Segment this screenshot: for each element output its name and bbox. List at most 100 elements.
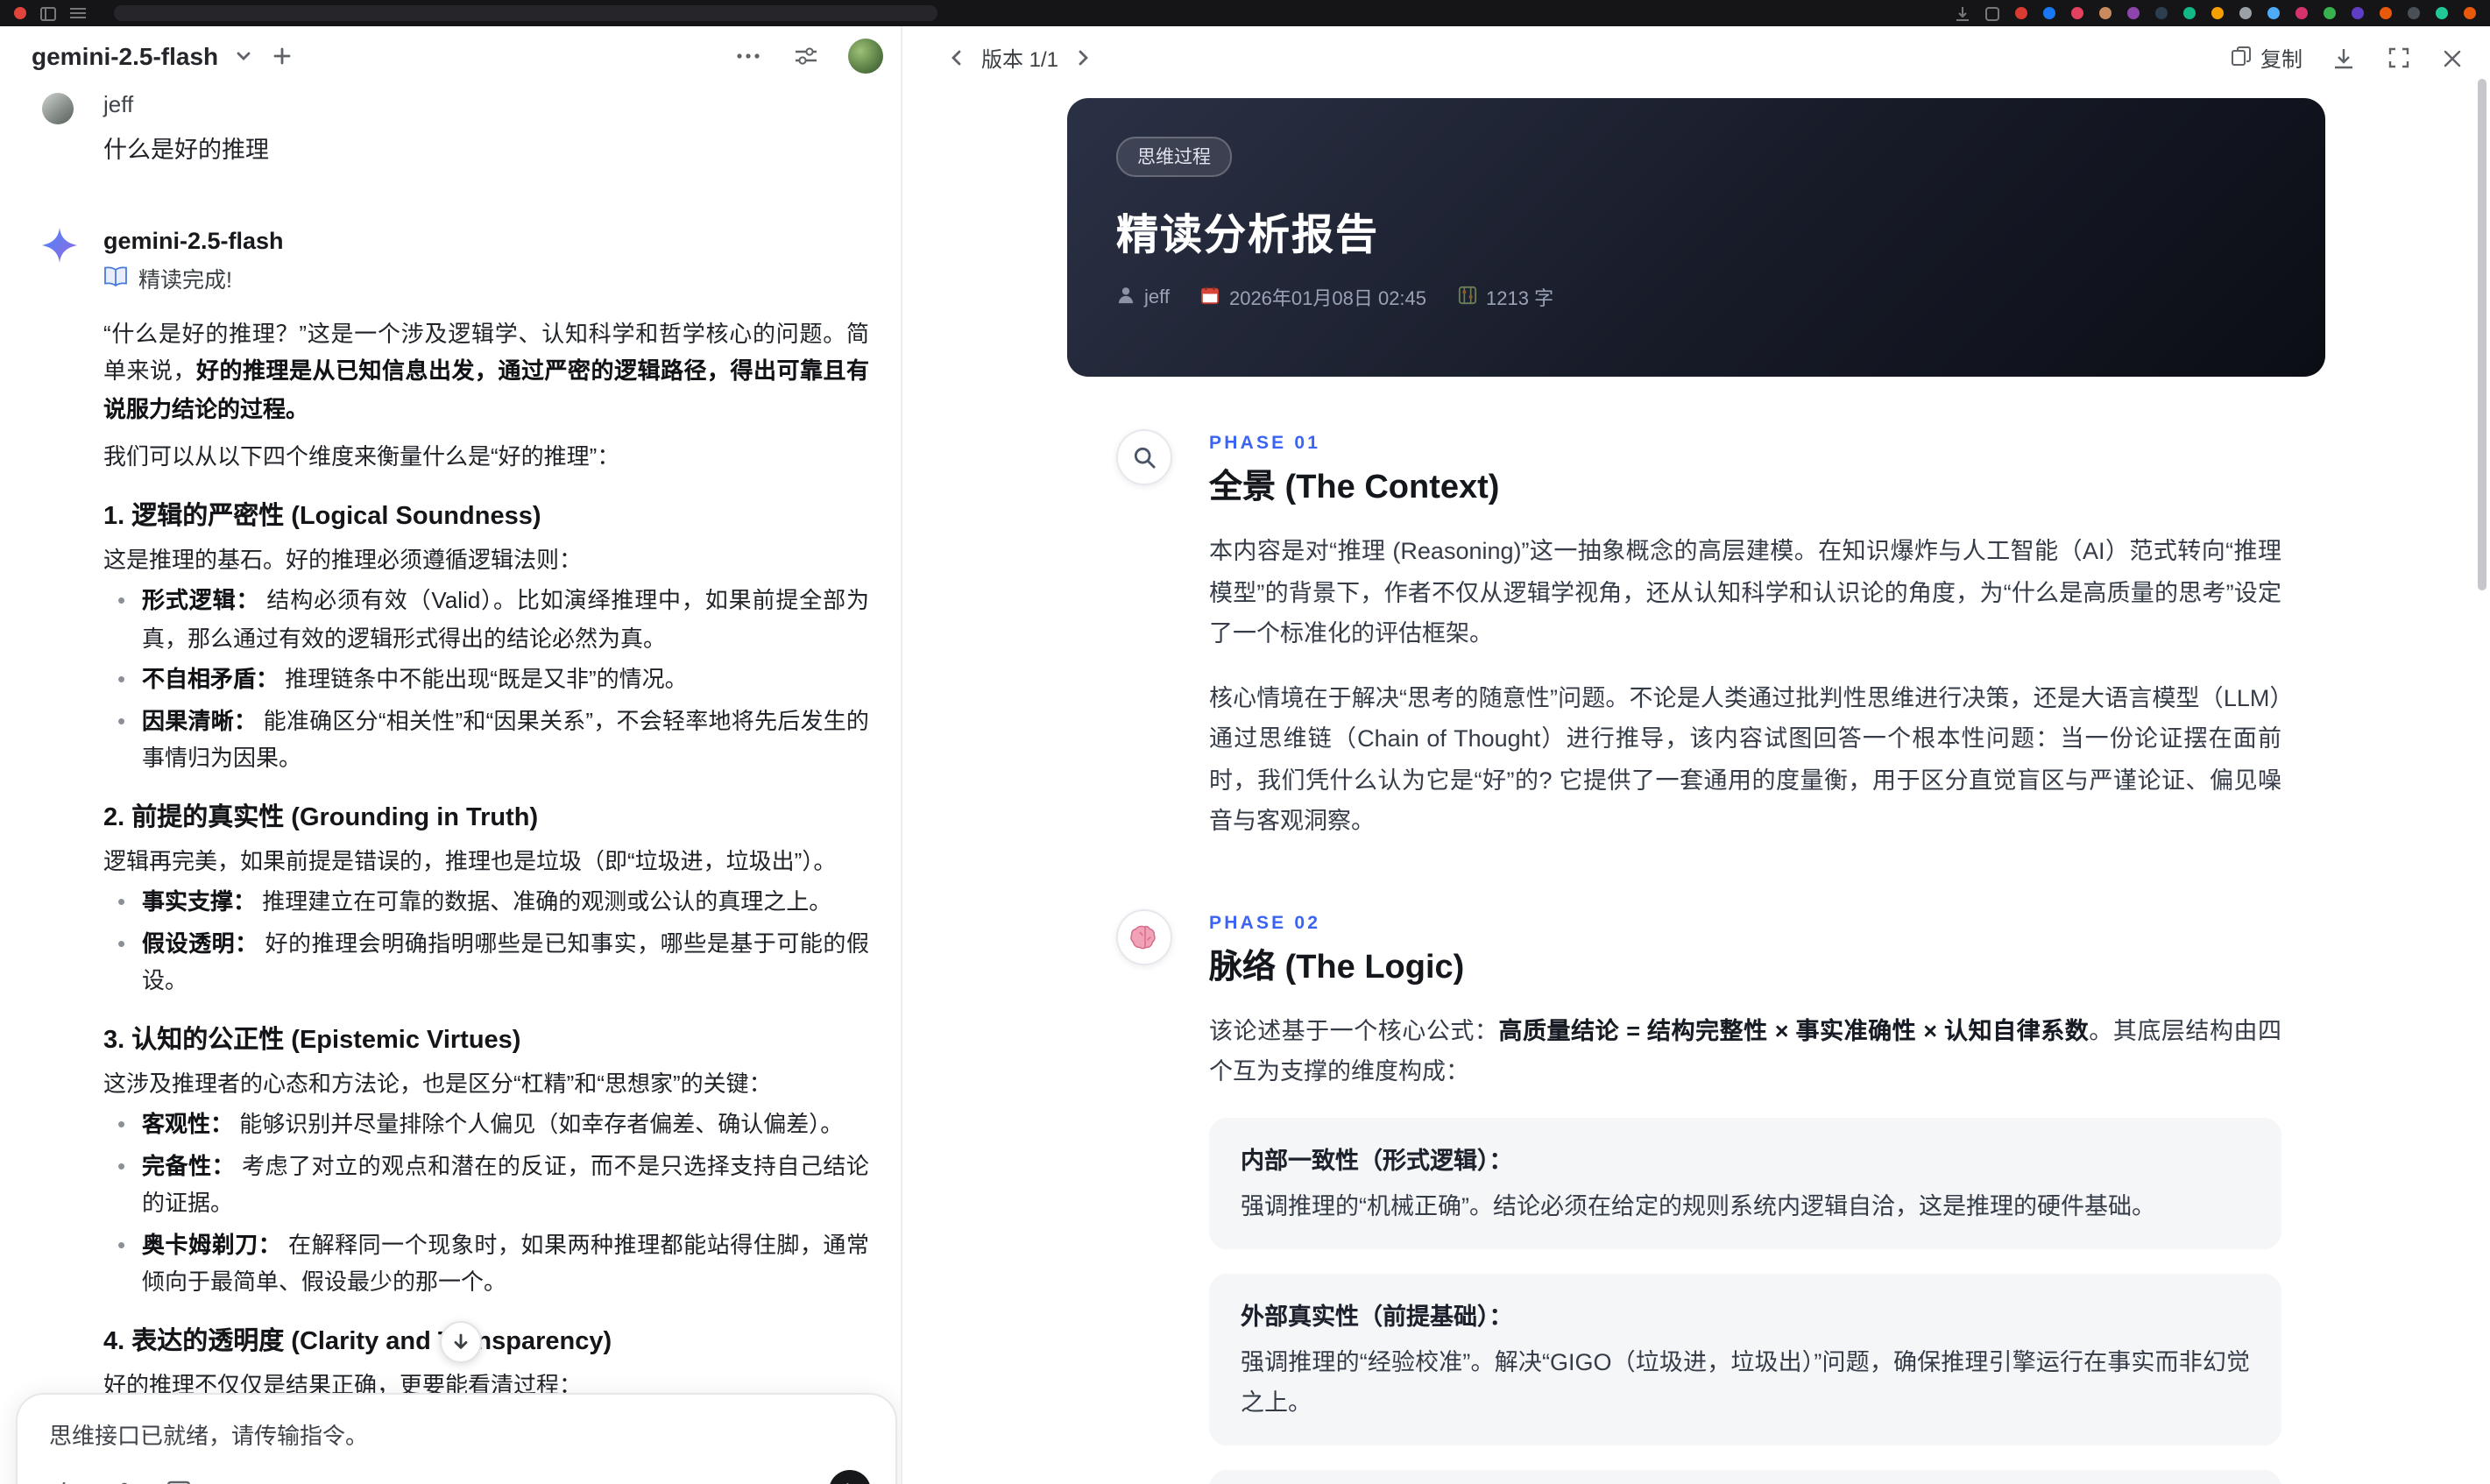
word-count-icon [1458,286,1477,310]
extension-icon[interactable] [2043,7,2055,19]
book-icon [103,263,128,300]
message-list: jeff 什么是好的推理 gemini-2.5-flash 精读完成! “什么是… [0,86,901,1484]
artifact-content: 思维过程 精读分析报告 jeff 2026年01月08日 02:45 1213 … [902,89,2490,1484]
dimension-card: 内部一致性（形式逻辑）： 强调推理的“机械正确”。结论必须在给定的规则系统内逻辑… [1209,1117,2281,1248]
browser-profile-icon[interactable] [2464,7,2476,19]
list-item: 事实支撑： 推理建立在可靠的数据、准确的观测或公认的真理之上。 [103,883,869,921]
extension-icon[interactable] [2408,7,2420,19]
extension-icon[interactable] [2211,7,2224,19]
downloads-icon[interactable] [1956,6,1970,20]
list-term: 形式逻辑： [142,587,260,613]
message-input[interactable]: 思维接口已就绪，请传输指令。 [49,1417,871,1451]
chat-paragraph: 这涉及推理者的心态和方法论，也是区分“杠精”和“思想家”的关键： [103,1070,772,1096]
list-item: 奥卡姆剃刀： 在解释同一个现象时，如果两种推理都能站得住脚，通常倾向于最简单、假… [103,1226,869,1301]
download-button[interactable] [2329,43,2359,73]
list-item: 不自相矛盾： 推理链条中不能出现“既是又非”的情况。 [103,661,869,698]
scrollbar-thumb[interactable] [2478,79,2486,590]
sidebar-toggle-icon[interactable] [40,6,56,20]
chat-section-heading: 2. 前提的真实性 (Grounding in Truth) [103,803,539,831]
extension-icon[interactable] [2127,7,2140,19]
phase-label: PHASE 02 [1209,912,1321,933]
new-chat-button[interactable] [267,42,295,70]
account-avatar[interactable] [848,39,883,74]
fullscreen-button[interactable] [2385,44,2413,72]
extension-icon[interactable] [2015,7,2027,19]
section-paragraph: 该论述基于一个核心公式：高质量结论 = 结构完整性 × 事实准确性 × 认知自律… [1209,1010,2281,1092]
phase-label: PHASE 01 [1209,433,1321,454]
artifact-toolbar: 版本 1/1 复制 [902,26,2490,89]
user-message-text: 什么是好的推理 [103,137,269,163]
copy-icon [2231,45,2252,71]
extension-icon[interactable] [2295,7,2308,19]
chevron-down-icon[interactable] [230,44,255,68]
next-version-button[interactable] [1071,46,1095,70]
section-paragraph: 核心情境在于解决“思考的随意性”问题。不论是人类通过批判性思维进行决策，还是大语… [1209,684,2281,834]
extension-icon[interactable] [2155,7,2168,19]
more-options-button[interactable] [732,49,764,63]
chat-paragraph: 这是推理的基石。好的推理必须遵循逻辑法则： [103,546,583,572]
report-hero: 思维过程 精读分析报告 jeff 2026年01月08日 02:45 1213 … [1067,98,2325,377]
magnifier-icon [1116,429,1172,485]
extension-icon[interactable] [2436,7,2448,19]
calendar-icon [1201,286,1220,310]
model-name: gemini-2.5-flash [103,228,284,254]
list-term: 假设透明： [142,929,258,956]
chat-section-heading: 3. 认知的公正性 (Epistemic Virtues) [103,1026,521,1054]
extension-icon[interactable] [2071,7,2083,19]
extension-icon[interactable] [2099,7,2112,19]
list-desc: 推理链条中不能出现“既是又非”的情况。 [285,666,688,692]
list-item: 形式逻辑： 结构必须有效（Valid）。比如演绎推理中，如果前提全部为真，那么通… [103,582,869,657]
chat-section-heading: 4. 表达的透明度 (Clarity and Transparency) [103,1327,612,1355]
chat-section-heading: 1. 逻辑的严密性 (Logical Soundness) [103,502,541,530]
prev-version-button[interactable] [944,46,969,70]
copy-button[interactable]: 复制 [2231,43,2303,73]
model-selector[interactable]: gemini-2.5-flash [32,42,218,70]
extension-icon[interactable] [2267,7,2280,19]
report-badge: 思维过程 [1116,137,1232,177]
voice-button[interactable] [829,1470,871,1484]
user-name: jeff [103,91,134,117]
user-avatar [42,93,74,124]
browser-toolbar [0,0,2490,26]
dimension-card: 外部真实性（前提基础）： 强调推理的“经验校准”。解决“GIGO（垃圾进，垃圾出… [1209,1273,2281,1445]
list-item: 因果清晰： 能准确区分“相关性”和“因果关系”，不会轻率地将先后发生的事情归为因… [103,702,869,777]
tools-button[interactable] [105,1477,137,1484]
chat-paragraph: 我们可以从以下四个维度来衡量什么是“好的推理”： [103,443,620,470]
address-bar[interactable] [114,5,937,21]
card-term: 外部真实性（前提基础）： [1241,1303,1513,1329]
card-desc: 强调推理的“经验校准”。解决“GIGO（垃圾进，垃圾出）”问题，确保推理引擎运行… [1241,1348,2250,1415]
puzzle-icon[interactable] [1985,6,1999,20]
extension-icon[interactable] [2352,7,2364,19]
list-term: 完备性： [142,1152,236,1178]
close-button[interactable] [2439,45,2465,71]
chat-list: 事实支撑： 推理建立在可靠的数据、准确的观测或公认的真理之上。 假设透明： 好的… [103,883,869,1000]
list-term: 奥卡姆剃刀： [142,1231,282,1257]
list-term: 客观性： [142,1111,234,1137]
list-item: 假设透明： 好的推理会明确指明哪些是已知事实，哪些是基于可能的假设。 [103,924,869,1000]
list-term: 因果清晰： [142,707,258,733]
report-section-logic: PHASE 02 脉络 (The Logic) 该论述基于一个核心公式：高质量结… [1067,908,2325,1484]
chat-list: 客观性： 能够识别并尽量排除个人偏见（如幸存者偏差、确认偏差）。 完备性： 考虑… [103,1106,869,1301]
app-window: gemini-2.5-flash jeff 什么是好的推理 gemini-2.5… [0,26,2490,1484]
attach-button[interactable] [49,1476,79,1484]
extension-icon[interactable] [2380,7,2392,19]
formula-bold: 高质量结论 = 结构完整性 × 事实准确性 × 认知自律系数 [1498,1017,2090,1043]
section-title: 脉络 (The Logic) [1209,949,1465,986]
artifact-panel: 版本 1/1 复制 思维过程 精读分析报告 jeff 2026年01月08日 0… [902,26,2490,1484]
assistant-response: 精读完成! “什么是好的推理？”这是一个涉及逻辑学、认知科学和哲学核心的问题。简… [103,263,869,1482]
gemini-star-icon [42,228,77,272]
menu-icon[interactable] [70,7,86,19]
chat-header: gemini-2.5-flash [0,26,901,86]
screen: gemini-2.5-flash jeff 什么是好的推理 gemini-2.5… [0,0,2490,1484]
tune-icon[interactable] [790,42,822,70]
extension-icon[interactable] [2183,7,2196,19]
list-desc: 能够识别并尽量排除个人偏见（如幸存者偏差、确认偏差）。 [239,1111,844,1137]
list-term: 事实支撑： [142,888,257,915]
scroll-to-bottom-button[interactable] [440,1321,482,1363]
extension-icon[interactable] [2239,7,2252,19]
image-button[interactable] [163,1477,195,1484]
extension-icon[interactable] [2324,7,2336,19]
record-icon[interactable] [14,7,26,19]
assistant-message: gemini-2.5-flash 精读完成! “什么是好的推理？”这是一个涉及逻… [42,224,869,1482]
chat-paragraph: “什么是好的推理？”这是一个涉及逻辑学、认知科学和哲学核心的问题。简单来说，好的… [103,314,869,428]
